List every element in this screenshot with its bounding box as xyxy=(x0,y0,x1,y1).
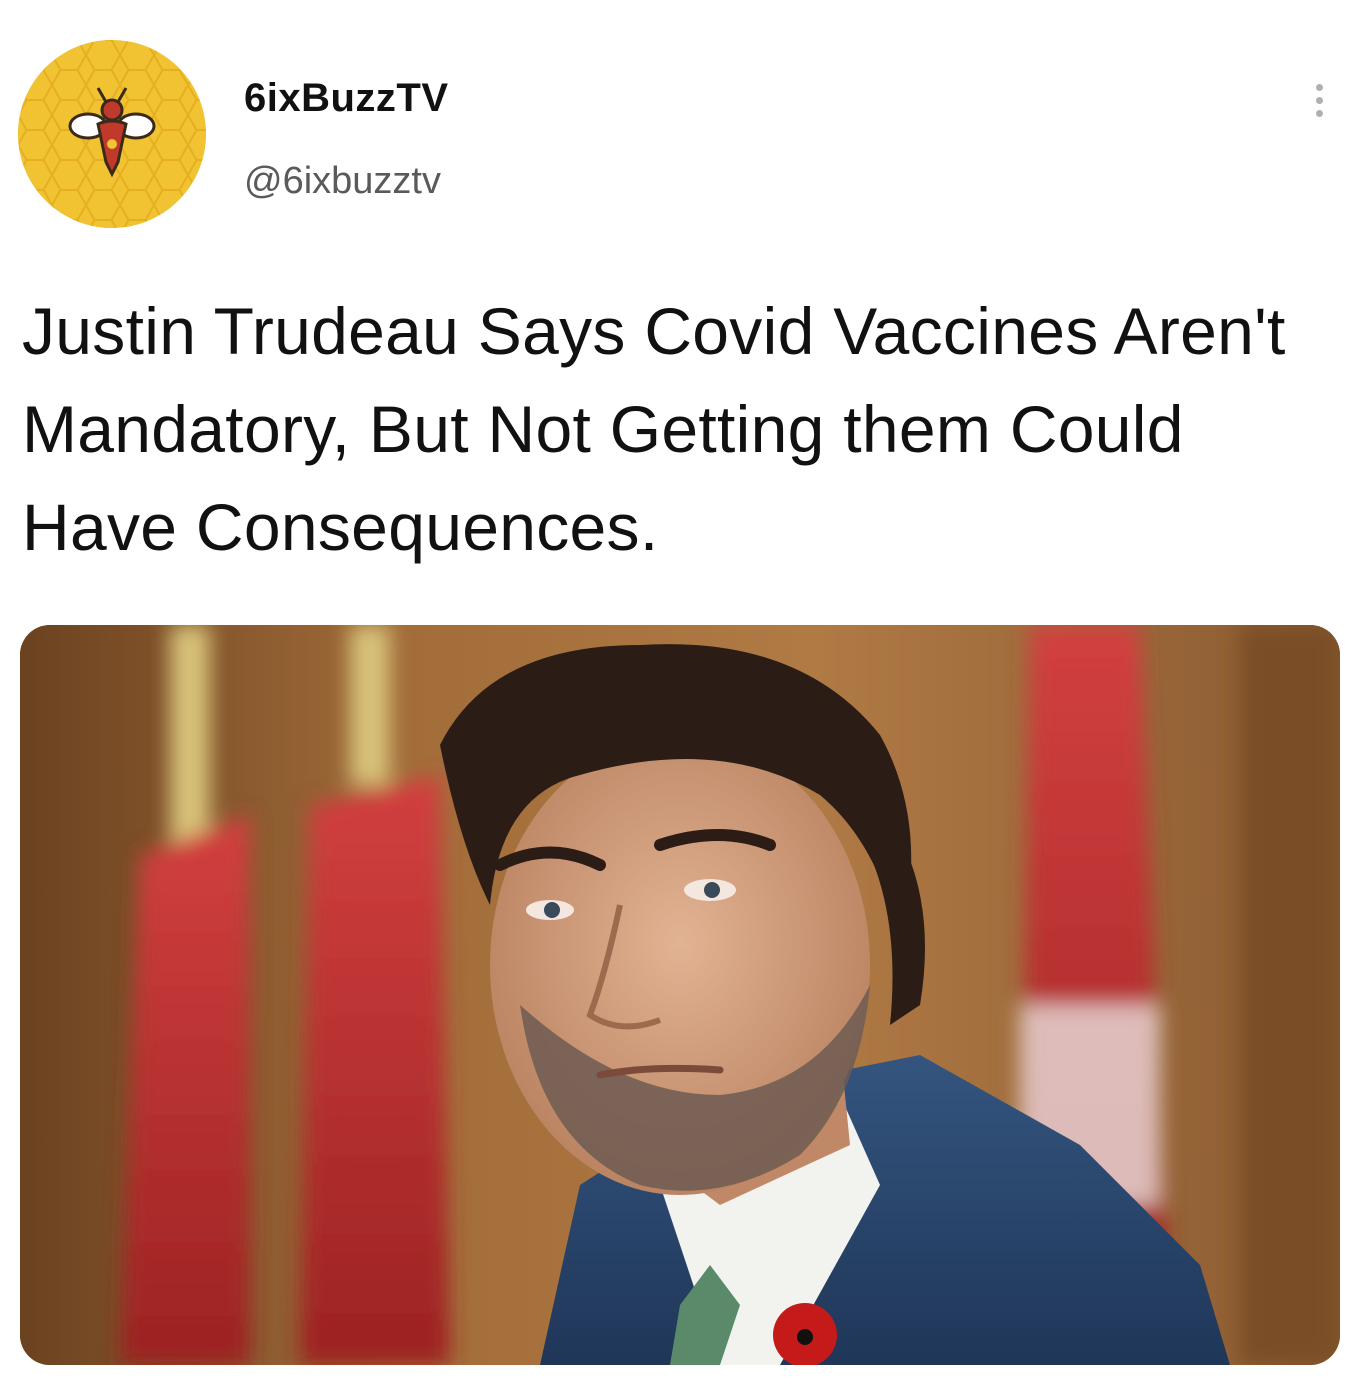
author-display-name[interactable]: 6ixBuzzTV xyxy=(244,76,449,121)
tweet-photo[interactable] xyxy=(20,625,1340,1365)
tweet-header: 6ixBuzzTV @6ixbuzztv xyxy=(18,40,1352,230)
photo-image xyxy=(20,625,1340,1365)
author-handle[interactable]: @6ixbuzztv xyxy=(244,160,441,203)
tweet-card: 6ixBuzzTV @6ixbuzztv Justin Trudeau Says… xyxy=(0,0,1370,1398)
more-options-button[interactable] xyxy=(1304,70,1334,130)
more-options-icon-dot xyxy=(1315,109,1323,117)
author-avatar[interactable] xyxy=(18,40,206,228)
tweet-text: Justin Trudeau Says Covid Vaccines Aren'… xyxy=(22,294,1286,564)
bee-logo-icon xyxy=(18,40,206,228)
more-options-icon xyxy=(1315,83,1323,91)
more-options-icon-dot xyxy=(1315,96,1323,104)
